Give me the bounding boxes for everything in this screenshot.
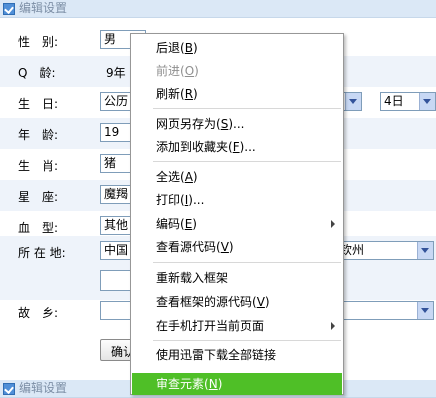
menu-separator xyxy=(153,340,341,341)
menu-item-reload-frame[interactable]: 重新载入框架 xyxy=(132,268,342,288)
chevron-down-icon xyxy=(345,93,361,110)
edit-icon xyxy=(3,383,15,395)
birthday-day-select[interactable]: 4日 xyxy=(380,92,436,111)
context-menu: 后退(B) 前进(O) 刷新(R) 网页另存为(S)... 添加到收藏夹(F).… xyxy=(130,33,344,395)
age-label: 年 龄: xyxy=(18,128,59,142)
submenu-arrow-icon xyxy=(331,220,335,228)
chevron-down-icon xyxy=(417,302,433,319)
edit-icon xyxy=(3,3,15,15)
section-title-bottom: 编辑设置 xyxy=(19,381,68,395)
chevron-down-icon xyxy=(419,93,435,110)
section-header: 编辑设置 xyxy=(0,0,436,18)
menu-item-refresh[interactable]: 刷新(R) xyxy=(132,84,342,104)
qage-label: Q 龄: xyxy=(18,66,56,80)
gender-label: 性 别: xyxy=(18,35,59,49)
birthday-day-value: 4日 xyxy=(384,94,404,108)
menu-item-inspect-element[interactable]: 审查元素(N) xyxy=(132,373,342,395)
menu-item-select-all[interactable]: 全选(A) xyxy=(132,167,342,187)
birthday-month-select[interactable] xyxy=(342,92,362,111)
location-country-value: 中国 xyxy=(104,243,129,257)
menu-item-view-source[interactable]: 查看源代码(V) xyxy=(132,237,342,257)
menu-item-add-favorite[interactable]: 添加到收藏夹(F)... xyxy=(132,137,342,157)
birthday-calendar-value: 公历 xyxy=(104,94,129,108)
menu-item-thunder-download[interactable]: 使用迅雷下载全部链接 xyxy=(132,345,342,365)
menu-separator xyxy=(153,262,341,263)
menu-item-forward[interactable]: 前进(O) xyxy=(132,61,342,81)
location-city-select[interactable]: 钦州 xyxy=(336,241,434,260)
zodiac-label: 生 肖: xyxy=(18,159,59,173)
constellation-label: 星 座: xyxy=(18,190,59,204)
menu-item-open-on-phone[interactable]: 在手机打开当前页面 xyxy=(132,316,342,336)
location-label: 所 在 地: xyxy=(18,246,66,260)
hometown-city-select[interactable] xyxy=(336,301,434,320)
menu-separator xyxy=(153,108,341,109)
menu-item-encoding[interactable]: 编码(E) xyxy=(132,214,342,234)
section-title: 编辑设置 xyxy=(19,1,68,15)
menu-item-back[interactable]: 后退(B) xyxy=(132,38,342,58)
menu-separator xyxy=(153,161,341,162)
blood-label: 血 型: xyxy=(18,221,59,235)
menu-item-print[interactable]: 打印(I)... xyxy=(132,190,342,210)
qage-value: 9年 xyxy=(106,66,126,80)
menu-item-view-frame-source[interactable]: 查看框架的源代码(V) xyxy=(132,292,342,312)
menu-item-save-as[interactable]: 网页另存为(S)... xyxy=(132,114,342,134)
hometown-label: 故 乡: xyxy=(18,306,59,320)
submenu-arrow-icon xyxy=(331,322,335,330)
chevron-down-icon xyxy=(417,242,433,259)
birthday-label: 生 日: xyxy=(18,97,59,111)
